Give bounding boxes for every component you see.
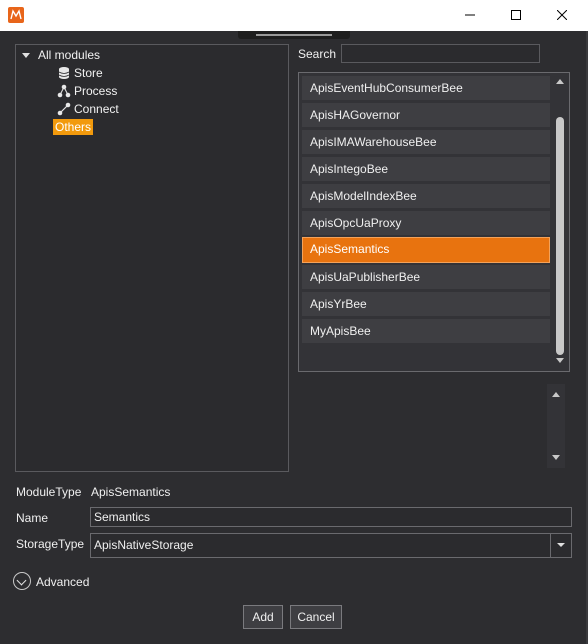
tree-node-label: Connect [74, 102, 119, 116]
module-category-tree[interactable]: All modules Store Process Connect Others [15, 44, 289, 472]
scroll-up-arrow-icon[interactable] [552, 392, 560, 397]
tree-node-label: All modules [38, 48, 101, 62]
list-item[interactable]: ApisIntegoBee [302, 157, 550, 181]
apis-logo-icon [8, 7, 24, 23]
name-label: Name [16, 511, 49, 525]
database-icon [56, 65, 72, 81]
scroll-down-arrow-icon[interactable] [552, 455, 560, 460]
list-item[interactable]: ApisHAGovernor [302, 103, 550, 127]
expand-arrow-icon[interactable] [18, 47, 34, 63]
tree-node-label: Store [74, 66, 103, 80]
maximize-button[interactable] [493, 0, 539, 31]
tree-node-label: Process [74, 84, 118, 98]
tree-node-store[interactable]: Store [56, 64, 103, 82]
module-list-scrollbar[interactable] [554, 75, 566, 369]
search-label: Search [298, 47, 337, 61]
tree-node-label: Others [53, 119, 94, 135]
list-item-selected[interactable]: ApisSemantics [302, 237, 550, 263]
scroll-up-arrow-icon[interactable] [556, 79, 564, 84]
module-list[interactable]: ApisEventHubConsumerBee ApisHAGovernor A… [298, 72, 570, 372]
advanced-label[interactable]: Advanced [36, 575, 89, 589]
tree-node-process[interactable]: Process [56, 82, 117, 100]
tree-node-others[interactable]: Others [53, 118, 94, 136]
add-button[interactable]: Add [243, 605, 283, 629]
title-bar [0, 0, 588, 31]
list-item[interactable]: ApisUaPublisherBee [302, 265, 550, 289]
resize-grip[interactable] [238, 31, 350, 39]
connect-icon [56, 101, 72, 117]
list-item[interactable]: ApisIMAWarehouseBee [302, 130, 550, 154]
module-type-value: ApisSemantics [91, 485, 171, 499]
tree-node-connect[interactable]: Connect [56, 100, 119, 118]
storage-type-value: ApisNativeStorage [94, 538, 194, 552]
advanced-expand-button[interactable] [13, 572, 31, 590]
chevron-down-icon[interactable] [550, 534, 571, 557]
close-icon [556, 9, 568, 23]
secondary-scrollbar[interactable] [547, 384, 565, 468]
minimize-button[interactable] [447, 0, 493, 31]
module-type-label: ModuleType [16, 485, 82, 499]
list-item[interactable]: ApisEventHubConsumerBee [302, 76, 550, 100]
close-button[interactable] [539, 0, 585, 31]
cancel-button[interactable]: Cancel [290, 605, 342, 629]
search-input[interactable] [341, 44, 540, 63]
list-item[interactable]: ApisModelIndexBee [302, 184, 550, 208]
name-field[interactable]: Semantics [90, 507, 572, 527]
list-item[interactable]: MyApisBee [302, 319, 550, 343]
list-item[interactable]: ApisOpcUaProxy [302, 211, 550, 235]
process-icon [56, 83, 72, 99]
minimize-icon [465, 9, 475, 23]
scroll-down-arrow-icon[interactable] [556, 358, 564, 363]
scrollbar-thumb[interactable] [556, 117, 564, 355]
list-item[interactable]: ApisYrBee [302, 292, 550, 316]
tree-node-all-modules[interactable]: All modules [18, 46, 100, 64]
storage-type-label: StorageType [16, 537, 85, 551]
storage-type-select[interactable]: ApisNativeStorage [90, 533, 572, 558]
maximize-icon [511, 9, 521, 23]
